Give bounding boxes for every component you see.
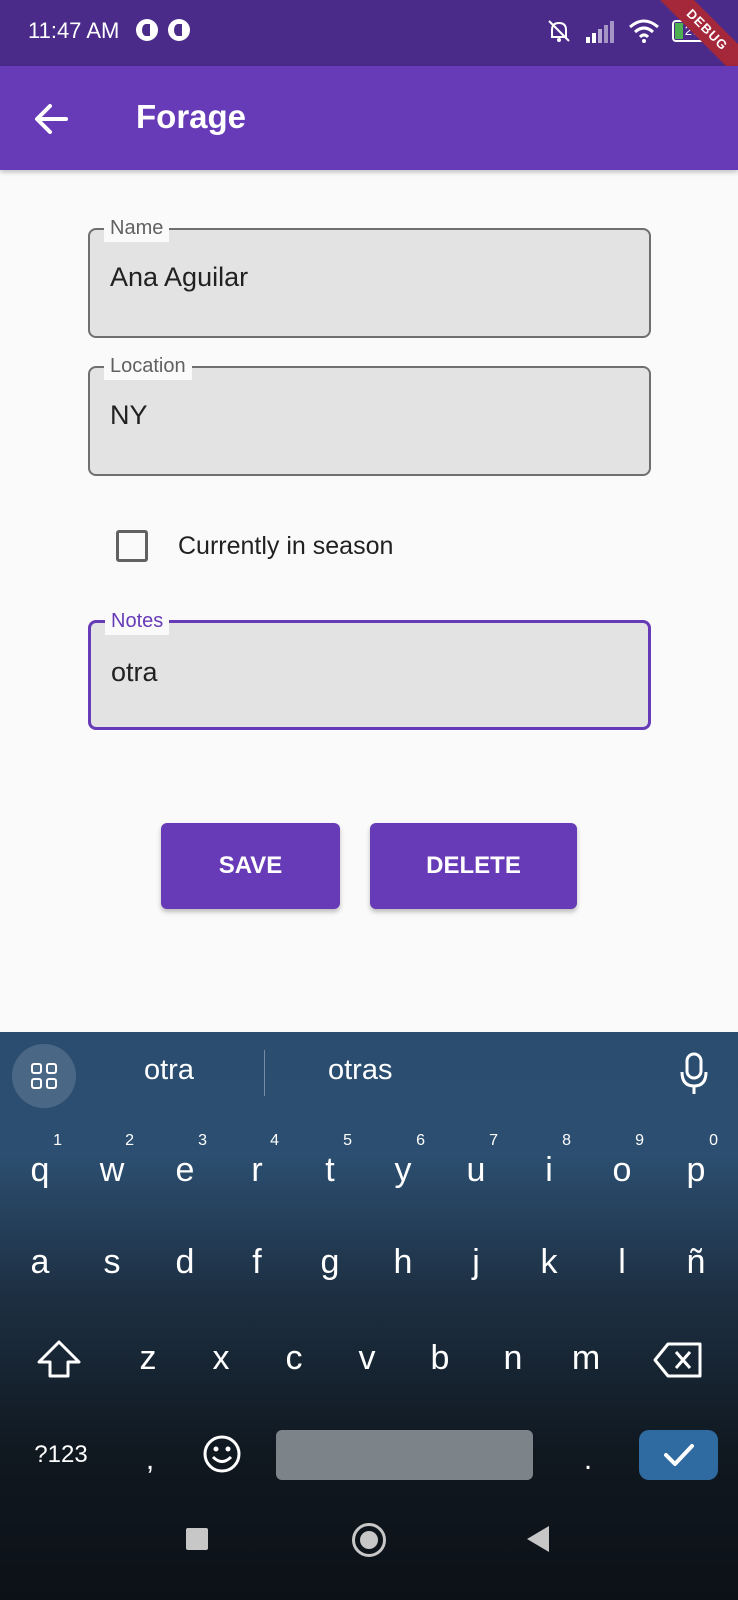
key-e[interactable]: e3	[155, 1130, 215, 1210]
notes-field-value: otra	[111, 657, 158, 687]
shift-key[interactable]	[26, 1328, 92, 1392]
status-bar: 11:47 AM 27 DEBUG	[0, 0, 738, 92]
key-m[interactable]: m	[556, 1318, 616, 1398]
mute-bell-icon	[548, 20, 570, 42]
notification-app-icon	[136, 19, 158, 41]
symbols-key[interactable]: ?123	[20, 1432, 102, 1478]
key-l[interactable]: l	[592, 1222, 652, 1302]
key-i[interactable]: i8	[519, 1130, 579, 1210]
key-q[interactable]: q1	[10, 1130, 70, 1210]
recents-icon[interactable]	[186, 1528, 208, 1550]
comma-key[interactable]: ,	[130, 1430, 170, 1480]
backspace-key[interactable]	[646, 1332, 710, 1388]
key-p[interactable]: p0	[666, 1130, 726, 1210]
key-z[interactable]: z	[118, 1318, 178, 1398]
suggestion-2[interactable]: otras	[328, 1054, 392, 1087]
in-season-checkbox[interactable]	[116, 530, 148, 562]
emoji-icon	[203, 1435, 241, 1473]
key-d[interactable]: d	[155, 1222, 215, 1302]
save-button[interactable]: SAVE	[161, 823, 340, 909]
delete-button[interactable]: DELETE	[370, 823, 577, 909]
nav-back-icon[interactable]	[527, 1526, 549, 1552]
emoji-key[interactable]	[198, 1430, 246, 1480]
grid-icon	[31, 1063, 57, 1089]
back-button[interactable]	[26, 94, 76, 144]
key-t[interactable]: t5	[300, 1130, 360, 1210]
location-field[interactable]: Location NY	[88, 352, 651, 476]
system-nav-bar	[0, 1480, 738, 1600]
period-key[interactable]: .	[570, 1430, 606, 1480]
suggestion-1[interactable]: otra	[144, 1054, 194, 1087]
key-enye[interactable]: ñ	[666, 1222, 726, 1302]
shift-icon	[37, 1340, 81, 1378]
page-title: Forage	[136, 98, 247, 135]
app-bar: Forage	[0, 66, 738, 170]
key-j[interactable]: j	[446, 1222, 506, 1302]
key-y[interactable]: y6	[373, 1130, 433, 1210]
key-h[interactable]: h	[373, 1222, 433, 1302]
done-key[interactable]	[639, 1430, 718, 1480]
keyboard-menu-button[interactable]	[12, 1044, 76, 1108]
key-b[interactable]: b	[410, 1318, 470, 1398]
key-g[interactable]: g	[300, 1222, 360, 1302]
key-n[interactable]: n	[483, 1318, 543, 1398]
key-f[interactable]: f	[227, 1222, 287, 1302]
notes-field-label: Notes	[105, 607, 170, 635]
key-v[interactable]: v	[337, 1318, 397, 1398]
signal-icon	[586, 21, 614, 43]
key-k[interactable]: k	[519, 1222, 579, 1302]
in-season-label: Currently in season	[178, 531, 394, 560]
wifi-icon	[629, 19, 659, 43]
key-a[interactable]: a	[10, 1222, 70, 1302]
key-r[interactable]: r4	[227, 1130, 287, 1210]
suggestion-divider	[264, 1050, 265, 1096]
name-field-label: Name	[104, 214, 170, 242]
space-key[interactable]	[276, 1430, 533, 1480]
suggestion-bar: otra otras	[0, 1032, 738, 1116]
name-field[interactable]: Name Ana Aguilar	[88, 214, 651, 338]
notification-app-icon	[168, 19, 190, 41]
on-screen-keyboard: otra otras q1 w2 e3 r4 t5 y6 u7 i8 o9 p0…	[0, 1032, 738, 1600]
checkmark-icon	[664, 1444, 694, 1466]
home-icon[interactable]	[352, 1523, 386, 1557]
in-season-row[interactable]: Currently in season	[116, 530, 393, 562]
key-o[interactable]: o9	[592, 1130, 652, 1210]
notification-icons	[136, 19, 190, 41]
key-u[interactable]: u7	[446, 1130, 506, 1210]
key-c[interactable]: c	[264, 1318, 324, 1398]
backspace-icon	[653, 1342, 702, 1378]
notes-field[interactable]: Notes otra	[88, 607, 651, 730]
key-w[interactable]: w2	[82, 1130, 142, 1210]
arrow-back-icon	[35, 104, 68, 134]
status-time: 11:47 AM	[28, 18, 120, 43]
key-s[interactable]: s	[82, 1222, 142, 1302]
location-field-value: NY	[110, 400, 148, 430]
microphone-icon[interactable]	[678, 1052, 710, 1096]
location-field-label: Location	[104, 352, 192, 380]
name-field-value: Ana Aguilar	[110, 262, 249, 292]
key-x[interactable]: x	[191, 1318, 251, 1398]
